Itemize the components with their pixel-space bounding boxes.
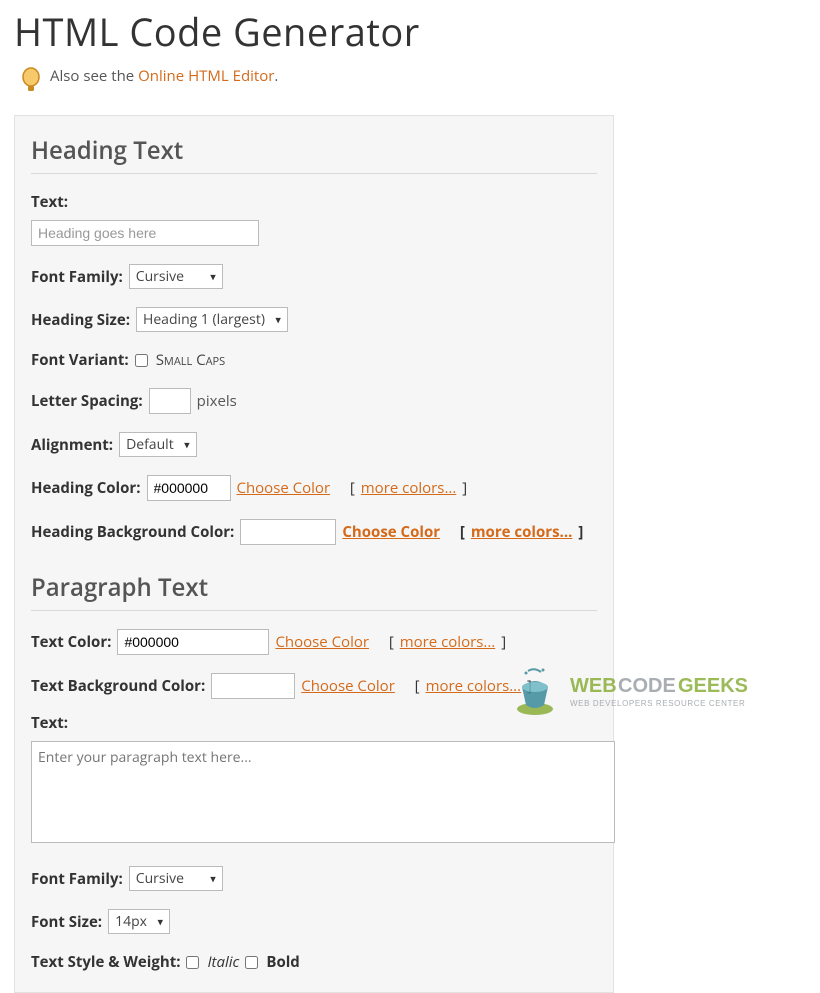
font-size-label: Font Size: [31, 912, 102, 932]
heading-bg-more-link[interactable]: more colors... [471, 522, 573, 542]
text-bg-input[interactable] [211, 673, 295, 699]
paragraph-font-family-row: Font Family: Cursive [31, 866, 597, 891]
letter-spacing-label: Letter Spacing: [31, 391, 143, 411]
text-color-input[interactable] [117, 629, 269, 655]
heading-size-label: Heading Size: [31, 310, 130, 330]
heading-text-label: Text: [31, 192, 597, 212]
heading-size-row: Heading Size: Heading 1 (largest) [31, 307, 597, 332]
paragraph-font-family-label: Font Family: [31, 869, 123, 889]
heading-color-row: Heading Color: Choose Color [ more colors… [31, 475, 597, 501]
heading-color-label: Heading Color: [31, 478, 141, 498]
text-bg-more-link[interactable]: more colors... [426, 676, 521, 696]
heading-bg-label: Heading Background Color: [31, 522, 234, 542]
italic-option: Italic [207, 952, 239, 972]
heading-color-more-link[interactable]: more colors... [361, 478, 456, 498]
paragraph-font-family-value: Cursive [136, 869, 184, 888]
text-bg-row: Text Background Color: Choose Color [ mor… [31, 673, 597, 699]
heading-color-choose-link[interactable]: Choose Color [237, 478, 331, 498]
font-size-row: Font Size: 14px [31, 909, 597, 934]
alignment-row: Alignment: Default [31, 432, 597, 457]
bracket-open: [ [389, 632, 394, 652]
tip-row: Also see the Online HTML Editor. [20, 66, 806, 101]
bracket-close: ] [462, 478, 467, 498]
heading-font-family-row: Font Family: Cursive [31, 264, 597, 289]
small-caps-option: Small Caps [156, 350, 226, 370]
text-bg-label: Text Background Color: [31, 676, 205, 696]
heading-bg-choose-link[interactable]: Choose Color [342, 522, 440, 542]
text-color-more-link[interactable]: more colors... [400, 632, 495, 652]
heading-color-input[interactable] [147, 475, 231, 501]
bracket-open: [ [350, 478, 355, 498]
paragraph-section-title: Paragraph Text [31, 571, 597, 611]
bracket-open: [ [460, 522, 465, 542]
paragraph-text-label: Text: [31, 713, 597, 733]
heading-text-input[interactable] [31, 220, 259, 246]
heading-bg-row: Heading Background Color: Choose Color [… [31, 519, 597, 545]
font-variant-row: Font Variant: Small Caps [31, 350, 597, 370]
font-size-value: 14px [115, 912, 147, 931]
lightbulb-icon [20, 66, 42, 101]
svg-text:GEEKS: GEEKS [678, 675, 748, 697]
page-title: HTML Code Generator [14, 6, 806, 58]
heading-size-value: Heading 1 (largest) [143, 310, 265, 329]
style-weight-row: Text Style & Weight: Italic Bold [31, 952, 597, 972]
small-caps-checkbox[interactable] [135, 354, 148, 367]
italic-checkbox[interactable] [186, 956, 199, 969]
paragraph-text-input[interactable] [31, 741, 615, 843]
alignment-select[interactable]: Default [119, 432, 197, 457]
heading-font-family-label: Font Family: [31, 267, 123, 287]
heading-font-family-select[interactable]: Cursive [129, 264, 223, 289]
heading-text-row: Text: [31, 192, 597, 246]
tip-suffix: . [274, 66, 278, 86]
tip-text: Also see the Online HTML Editor. [50, 66, 278, 86]
bracket-close: ] [527, 676, 532, 696]
paragraph-font-family-select[interactable]: Cursive [129, 866, 223, 891]
text-bg-choose-link[interactable]: Choose Color [301, 676, 395, 696]
heading-font-family-value: Cursive [136, 267, 184, 286]
alignment-value: Default [126, 435, 174, 454]
tip-prefix: Also see the [50, 66, 138, 86]
text-color-choose-link[interactable]: Choose Color [275, 632, 369, 652]
heading-size-select[interactable]: Heading 1 (largest) [136, 307, 288, 332]
heading-bg-input[interactable] [240, 519, 336, 545]
letter-spacing-row: Letter Spacing: pixels [31, 388, 597, 414]
bracket-open: [ [415, 676, 420, 696]
generator-panel: Heading Text Text: Font Family: Cursive … [14, 115, 614, 993]
paragraph-text-row: Text: [31, 713, 597, 848]
font-size-select[interactable]: 14px [108, 909, 170, 934]
letter-spacing-unit: pixels [197, 391, 237, 411]
svg-text:CODE: CODE [618, 675, 676, 697]
bold-option: Bold [266, 952, 299, 972]
text-color-label: Text Color: [31, 632, 111, 652]
text-color-row: Text Color: Choose Color [ more colors...… [31, 629, 597, 655]
style-weight-label: Text Style & Weight: [31, 952, 180, 972]
font-variant-label: Font Variant: [31, 350, 129, 370]
bold-checkbox[interactable] [245, 956, 258, 969]
online-editor-link[interactable]: Online HTML Editor [138, 66, 274, 86]
alignment-label: Alignment: [31, 435, 113, 455]
letter-spacing-input[interactable] [149, 388, 191, 414]
heading-section-title: Heading Text [31, 134, 597, 174]
bracket-close: ] [578, 522, 583, 542]
bracket-close: ] [501, 632, 506, 652]
